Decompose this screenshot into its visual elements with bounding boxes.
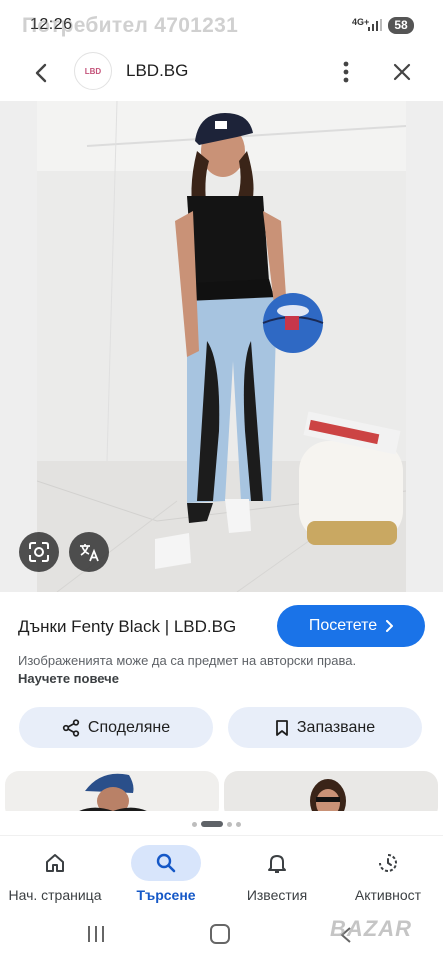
nav-search[interactable]: Търсене [111,836,221,911]
nav-notifications[interactable]: Известия [222,836,332,911]
home-icon [46,854,64,872]
copyright-text: Изображенията може да са предмет на авто… [18,653,357,668]
visit-button[interactable]: Посетете [277,605,425,647]
bell-icon [268,855,286,873]
recents-icon[interactable] [86,924,106,944]
related-image-2[interactable] [224,771,438,811]
close-button[interactable] [388,58,416,86]
app-header [0,50,443,100]
pager-dot [227,821,232,827]
pager-dot-active [201,821,223,827]
nav-search-pill [131,845,201,881]
pager-dot [192,821,197,827]
close-icon [393,63,411,81]
nav-home-pill [20,845,90,881]
site-logo: LBD [74,52,112,90]
more-button[interactable] [332,58,360,86]
chevron-right-icon [386,620,394,632]
translate-icon [80,544,99,562]
nav-notifications-pill [242,845,312,881]
signal-icon [368,18,382,36]
bottom-nav: Нач. страница Търсене Известия Активност [0,835,443,910]
learn-more-link[interactable]: Научете повече [18,671,119,686]
nav-home[interactable]: Нач. страница [0,836,110,911]
save-label: Запазване [296,718,376,736]
status-bar: 12:26 Потребител 4701231 4G+ 58 [0,0,443,50]
visit-label: Посетете [308,617,378,634]
related-images [0,771,443,811]
username-watermark: Потребител 4701231 [22,14,239,37]
network-indicator: 4G+ [352,17,370,27]
nav-activity-pill [353,845,423,881]
back-button[interactable] [26,58,56,88]
translate-button[interactable] [69,532,109,572]
nav-activity-label: Активност [354,887,422,903]
product-photo[interactable] [37,101,406,592]
copyright-notice: Изображенията може да са предмет на авто… [18,652,378,688]
nav-notifications-label: Известия [246,887,308,903]
save-button[interactable]: Запазване [228,707,422,748]
more-vert-icon [343,61,349,83]
home-button[interactable] [210,924,230,944]
share-button[interactable]: Споделяне [19,707,213,748]
nav-search-label: Търсене [136,887,196,903]
site-logo-text: LBD [84,66,102,76]
nav-activity[interactable]: Активност [333,836,443,911]
google-lens-icon [29,542,49,562]
nav-home-label: Нач. страница [8,887,102,903]
header-title: LBD.BG [126,61,189,80]
pager-dot [236,821,241,827]
lens-button[interactable] [19,532,59,572]
share-label: Споделяне [87,718,171,736]
battery-indicator: 58 [388,17,414,34]
chevron-left-icon [35,63,47,83]
bookmark-icon [275,719,288,736]
share-icon [62,718,80,737]
product-title[interactable]: Дънки Fenty Black | LBD.BG [18,617,236,637]
image-frame [0,101,443,592]
activity-icon [379,854,397,872]
search-icon [156,853,176,873]
bazar-watermark: BAZAR [330,916,412,941]
related-image-1[interactable] [5,771,219,811]
pager-indicator [192,821,241,827]
